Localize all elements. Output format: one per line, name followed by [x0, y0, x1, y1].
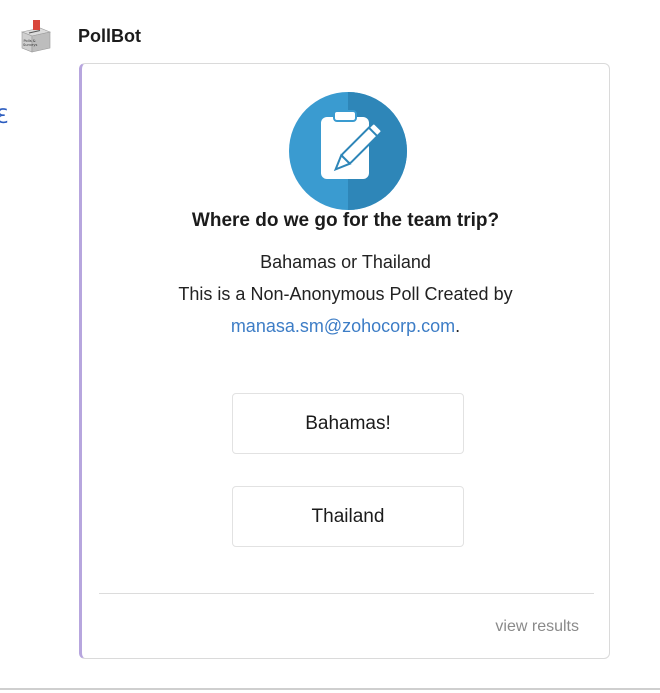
view-results-link[interactable]: view results: [495, 618, 579, 636]
card-divider: [99, 593, 594, 594]
creator-email-link[interactable]: manasa.sm@zohocorp.com: [231, 316, 455, 336]
poll-meta-text: This is a Non-Anonymous Poll Created by: [178, 284, 513, 304]
option-button-bahamas[interactable]: Bahamas!: [232, 393, 464, 454]
poll-creator-line: manasa.sm@zohocorp.com.: [82, 316, 609, 337]
option-button-thailand[interactable]: Thailand: [232, 486, 464, 547]
poll-description: Bahamas or Thailand: [260, 252, 431, 272]
bot-avatar[interactable]: Polls & Surveys: [18, 18, 54, 54]
bot-name[interactable]: PollBot: [78, 26, 141, 47]
poll-question: Where do we go for the team trip?: [191, 210, 500, 231]
poll-clipboard-icon: [288, 91, 408, 211]
bottom-divider: [0, 688, 660, 690]
sidebar-edge-glyph: ℇ: [0, 106, 9, 128]
ballot-box-icon: Polls & Surveys: [20, 20, 52, 53]
creator-suffix: .: [455, 316, 461, 336]
poll-card: Where do we go for the team trip? Bahama…: [79, 63, 610, 659]
avatar-caption-2: Surveys: [23, 43, 38, 47]
